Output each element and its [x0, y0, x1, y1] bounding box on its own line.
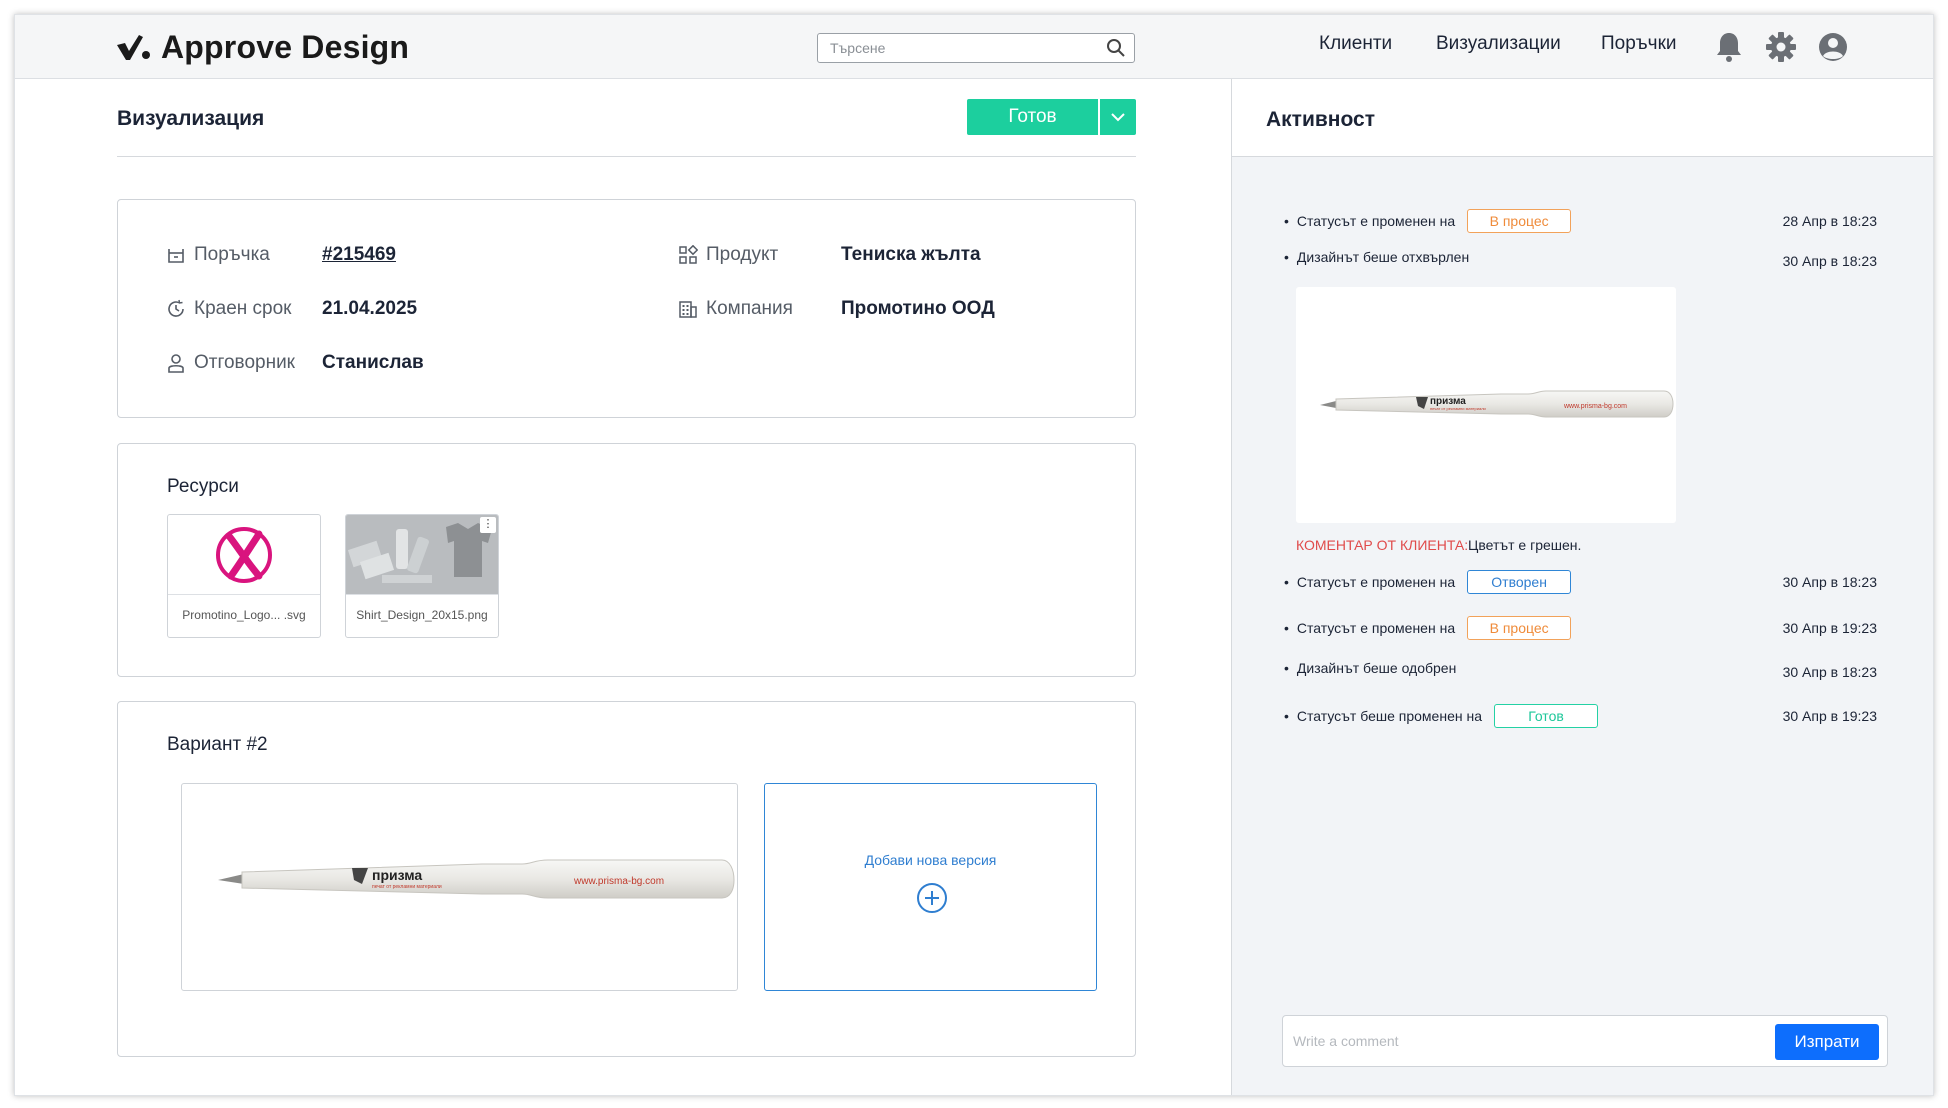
logo-preview-image: [216, 526, 272, 583]
nav-clients[interactable]: Клиенти: [1319, 33, 1392, 55]
add-version-label: Добави нова версия: [864, 852, 997, 868]
activity-text: Статусът е променен на: [1296, 213, 1456, 229]
resources-title: Ресурси: [167, 476, 239, 497]
pen-url-text: www.prisma-bg.com: [573, 876, 664, 887]
responsible-label: Отговорник: [194, 352, 295, 373]
checkmark-logo-icon: [117, 34, 150, 60]
pen-product-image: призма печат от рекламни материали www.p…: [1320, 390, 1674, 418]
resources-card: Ресурси Promotino_Logo... .svg ⋮ Shirt_D…: [117, 443, 1136, 677]
activity-time: 30 Апр в 19:23: [1782, 620, 1877, 636]
status-badge: В процес: [1467, 209, 1572, 233]
pen-product-image: призма печат от рекламни материали www.p…: [218, 859, 735, 899]
activity-text: Статусът беше променен на: [1296, 708, 1482, 724]
variant-preview[interactable]: призма печат от рекламни материали www.p…: [181, 783, 738, 991]
status-badge: Отворен: [1467, 570, 1572, 594]
plus-circle-icon: [917, 883, 947, 913]
top-header: Approve Design Клиенти Визуализации Поръ…: [15, 15, 1933, 79]
status-badge: В процес: [1467, 616, 1572, 640]
status-ready-button[interactable]: Готов: [967, 99, 1098, 135]
activity-item: • Статусът е променен на В процес: [1284, 209, 1572, 233]
responsible-field: Отговорник: [166, 352, 295, 374]
order-info-card: Поръчка #215469 Краен срок 21.04.2025 От…: [117, 199, 1136, 418]
page-title: Визуализация: [117, 107, 265, 130]
more-options-icon[interactable]: ⋮: [480, 517, 496, 533]
pen-tagline-text: печат от рекламни материали: [1430, 406, 1486, 411]
variant-title: Вариант #2: [167, 734, 268, 755]
activity-panel: Активност • Статусът е променен на В проц…: [1232, 79, 1933, 1095]
order-number-link[interactable]: #215469: [322, 244, 396, 266]
product-label: Продукт: [706, 244, 779, 265]
activity-text: Дизайнът беше отхвърлен: [1296, 249, 1470, 265]
responsible-value: Станислав: [322, 352, 424, 373]
bell-icon[interactable]: [1715, 31, 1743, 63]
clock-icon: [168, 299, 184, 317]
client-comment-label: КОМЕНТАР ОТ КЛИЕНТА:: [1296, 537, 1469, 553]
activity-item: • Статусът е променен на В процес: [1284, 616, 1572, 640]
search-box: [817, 33, 1135, 63]
file-name: Promotino_Logo... .svg: [182, 608, 306, 622]
search-input[interactable]: [818, 34, 1088, 62]
activity-item: • Статусът беше променен на Готов: [1284, 704, 1598, 728]
company-field: Компания: [678, 298, 793, 320]
deadline-field: Краен срок: [166, 298, 292, 320]
file-preview: ⋮: [346, 515, 498, 595]
building-icon: [679, 301, 697, 318]
rejected-design-image[interactable]: призма печат от рекламни материали www.p…: [1296, 287, 1676, 523]
resource-file-logo[interactable]: Promotino_Logo... .svg: [167, 514, 321, 638]
product-field: Продукт: [678, 244, 778, 266]
gear-icon[interactable]: [1765, 31, 1797, 63]
comment-input[interactable]: [1293, 1028, 1763, 1054]
add-new-version-button[interactable]: Добави нова версия: [764, 783, 1097, 991]
app-name: Approve Design: [161, 29, 410, 65]
activity-time: 30 Апр в 19:23: [1782, 708, 1877, 724]
activity-text: Дизайнът беше одобрен: [1296, 660, 1457, 676]
activity-header: Активност: [1232, 79, 1933, 157]
pen-tagline-text: печат от рекламни материали: [372, 884, 442, 890]
nav-visualizations[interactable]: Визуализации: [1436, 33, 1561, 55]
product-grid-icon: [679, 245, 698, 264]
activity-time: 28 Апр в 18:23: [1782, 213, 1877, 229]
client-comment-text: Цветът е грешен.: [1468, 537, 1582, 553]
activity-text: Статусът е променен на: [1296, 620, 1456, 636]
file-preview: [168, 515, 320, 595]
app-window: Approve Design Клиенти Визуализации Поръ…: [14, 14, 1934, 1096]
search-icon[interactable]: [1106, 38, 1126, 58]
pen-brand-text: призма: [372, 867, 422, 883]
activity-time: 30 Апр в 18:23: [1782, 253, 1877, 269]
product-value: Тениска жълта: [841, 244, 981, 265]
shirt-design-preview-image: [347, 522, 492, 583]
activity-item: • Статусът е променен на Отворен: [1284, 570, 1572, 594]
activity-title: Активност: [1266, 108, 1375, 131]
send-comment-button[interactable]: Изпрати: [1775, 1024, 1879, 1060]
user-profile-icon[interactable]: [1817, 31, 1849, 63]
activity-text: Статусът е променен на: [1296, 574, 1456, 590]
status-dropdown-toggle[interactable]: [1100, 99, 1136, 135]
deadline-value: 21.04.2025: [322, 298, 418, 319]
app-logo[interactable]: Approve Design: [115, 29, 409, 66]
chevron-down-icon: [1111, 113, 1125, 122]
activity-item: • Дизайнът беше одобрен: [1284, 660, 1457, 676]
order-field: Поръчка: [166, 244, 270, 266]
comment-composer: Изпрати: [1282, 1015, 1888, 1067]
company-label: Компания: [706, 298, 793, 319]
pen-url-text: www.prisma-bg.com: [1563, 403, 1627, 410]
title-divider: [117, 156, 1136, 157]
status-badge: Готов: [1494, 704, 1598, 728]
person-icon: [168, 354, 184, 373]
company-value: Промотино ООД: [841, 298, 995, 319]
box-icon: [168, 249, 184, 263]
file-name: Shirt_Design_20x15.png: [356, 608, 488, 622]
order-label: Поръчка: [194, 244, 270, 265]
activity-time: 30 Апр в 18:23: [1782, 664, 1877, 680]
deadline-label: Краен срок: [194, 298, 292, 319]
activity-time: 30 Апр в 18:23: [1782, 574, 1877, 590]
resource-file-shirt[interactable]: ⋮ Shirt_Design_20x15.png: [345, 514, 499, 638]
activity-item: • Дизайнът беше отхвърлен: [1284, 249, 1470, 265]
nav-orders[interactable]: Поръчки: [1601, 33, 1677, 55]
